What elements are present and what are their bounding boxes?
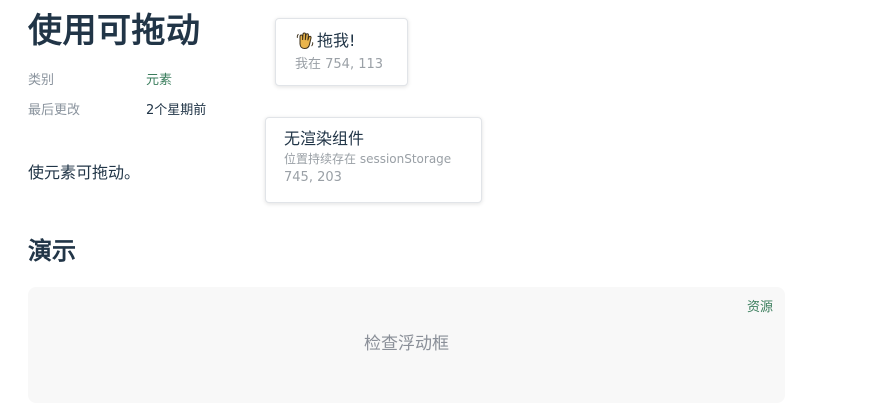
page-title: 使用可拖动 [28,11,201,51]
draggable-card-label: 拖我! [317,31,356,50]
demo-panel: 资源 检查浮动框 [28,287,785,403]
renderless-card-position: 745, 203 [284,170,342,185]
draggable-card[interactable]: 拖我! 我在 754, 113 [275,18,408,86]
renderless-card-note: 位置持续存在 sessionStorage [284,152,452,166]
renderless-card[interactable]: 无渲染组件 位置持续存在 sessionStorage 745, 203 [265,117,482,203]
page: 使用可拖动 类别 元素 最后更改 2个星期前 使元素可拖动。 演示 资源 检查浮… [0,0,886,403]
draggable-card-header: 拖我! [295,30,407,52]
meta-updated-value: 2个星期前 [146,103,207,118]
inspect-text: 检查浮动框 [364,334,449,354]
demo-heading: 演示 [28,237,76,265]
page-description: 使元素可拖动。 [28,163,141,182]
meta-updated-label: 最后更改 [28,103,81,118]
meta-category-link[interactable]: 元素 [146,72,172,90]
draggable-card-position: 我在 754, 113 [295,57,384,72]
meta-category-label: 类别 [28,73,55,88]
renderless-card-label: 无渲染组件 [284,129,365,148]
source-link[interactable]: 资源 [747,300,773,316]
waving-hand-icon [295,31,315,51]
